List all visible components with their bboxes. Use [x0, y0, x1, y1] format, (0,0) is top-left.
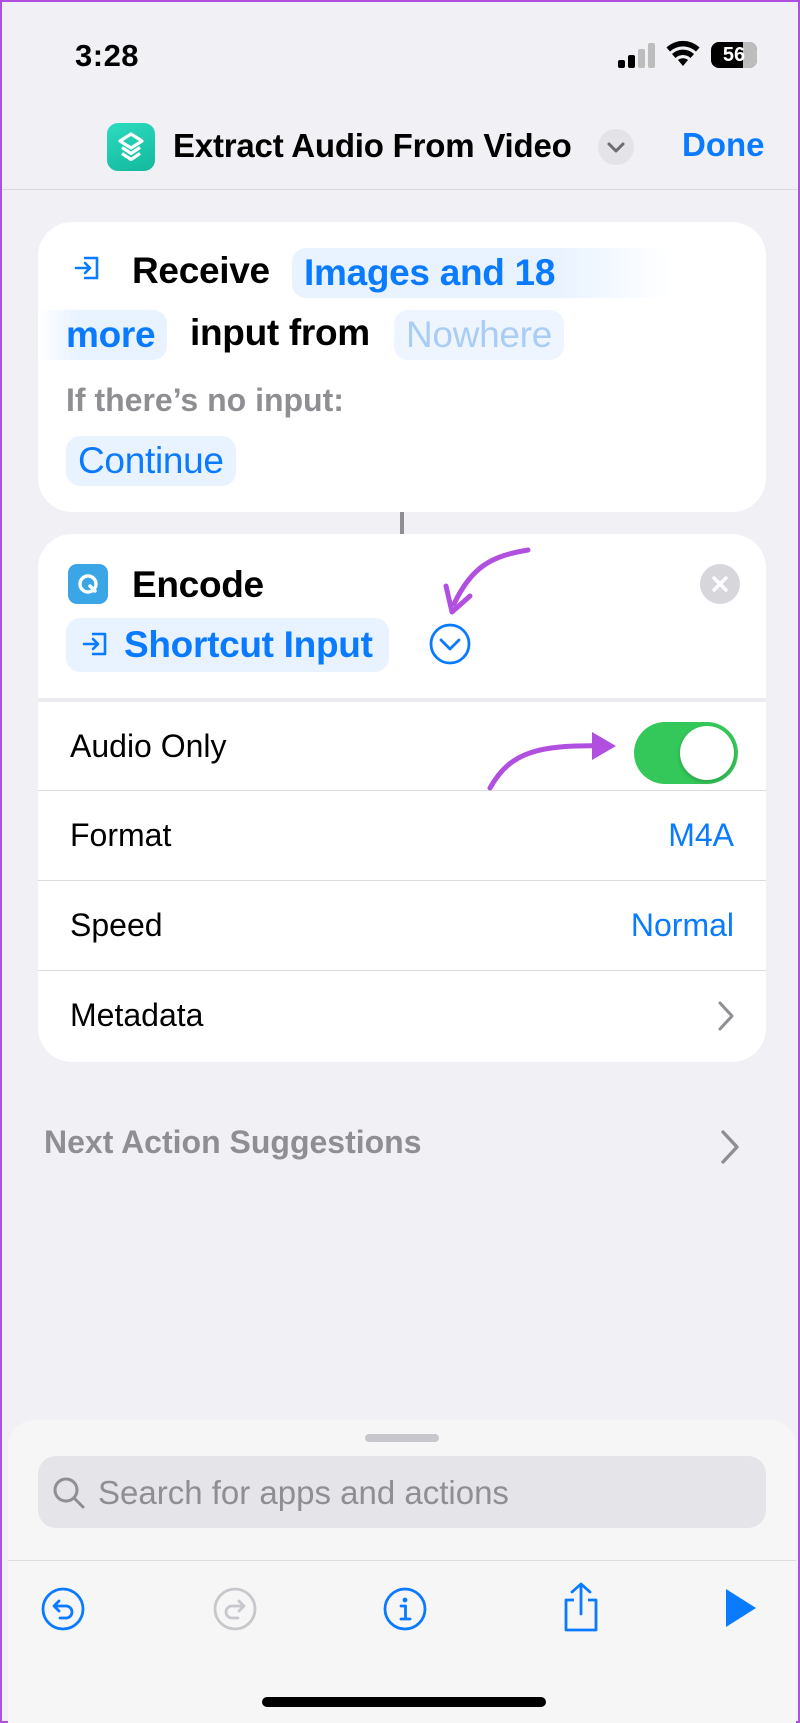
no-input-label: If there’s no input: [66, 382, 344, 418]
encode-title: Encode [132, 564, 264, 605]
suggestions-chevron-icon[interactable] [718, 1128, 742, 1166]
format-row[interactable]: Format M4A [38, 790, 766, 880]
sheet-grabber[interactable] [365, 1434, 439, 1442]
format-value[interactable]: M4A [668, 817, 734, 854]
shortcuts-icon[interactable] [107, 123, 155, 171]
receive-label: Receive [132, 250, 270, 291]
page-title[interactable]: Extract Audio From Video [173, 127, 572, 165]
metadata-label: Metadata [70, 997, 204, 1033]
battery-level: 56 [722, 44, 746, 66]
action-connector [400, 512, 404, 534]
home-indicator [262, 1697, 546, 1707]
input-source-pill[interactable]: Nowhere [394, 310, 564, 360]
search-placeholder: Search for apps and actions [98, 1474, 509, 1511]
title-menu-chevron-icon[interactable] [598, 129, 634, 165]
search-icon [53, 1477, 85, 1509]
undo-icon[interactable] [40, 1586, 86, 1632]
encode-media-icon [68, 564, 108, 604]
action-search-sheet: Search for apps and actions [8, 1420, 796, 1723]
annotation-arrow-icon [443, 547, 531, 615]
speed-row[interactable]: Speed Normal [38, 880, 766, 970]
audio-only-toggle[interactable] [634, 722, 738, 784]
status-time: 3:28 [75, 38, 140, 73]
input-arrow-icon [74, 256, 99, 280]
encode-action-card: Encode Shortcut Input Audio Only Format … [38, 534, 766, 1062]
expand-chevron-icon[interactable] [428, 622, 472, 666]
audio-only-row: Audio Only [38, 698, 766, 790]
battery-icon: 56 [711, 42, 757, 68]
share-icon[interactable] [558, 1580, 604, 1634]
audio-only-label: Audio Only [70, 728, 227, 764]
receive-action-card: Receive Images and 18 more input from No… [38, 222, 766, 512]
speed-value[interactable]: Normal [631, 907, 734, 944]
done-button[interactable]: Done [682, 126, 765, 164]
speed-label: Speed [70, 907, 163, 943]
toolbar-divider [8, 1560, 796, 1561]
input-types-more-pill[interactable]: more [38, 310, 168, 360]
input-from-label: input from [190, 312, 370, 353]
next-action-suggestions[interactable]: Next Action Suggestions [44, 1124, 422, 1161]
redo-icon[interactable] [212, 1586, 258, 1632]
no-input-behavior-pill[interactable]: Continue [66, 436, 236, 486]
input-arrow-icon [82, 632, 107, 656]
shortcut-input-pill[interactable]: Shortcut Input [66, 618, 389, 672]
nav-divider [2, 189, 798, 190]
status-bar: 3:28 56 [2, 2, 798, 102]
play-icon[interactable] [720, 1586, 760, 1630]
info-icon[interactable] [382, 1586, 428, 1632]
cellular-signal-icon [618, 42, 658, 68]
input-types-pill[interactable]: Images and 18 [292, 248, 672, 298]
metadata-row[interactable]: Metadata [38, 970, 766, 1060]
remove-action-button[interactable] [700, 564, 740, 604]
search-field[interactable]: Search for apps and actions [38, 1456, 766, 1528]
wifi-icon [666, 40, 700, 66]
shortcut-input-label: Shortcut Input [124, 624, 373, 665]
format-label: Format [70, 817, 172, 853]
annotation-arrow-icon [487, 732, 616, 791]
chevron-right-icon [718, 1001, 734, 1031]
